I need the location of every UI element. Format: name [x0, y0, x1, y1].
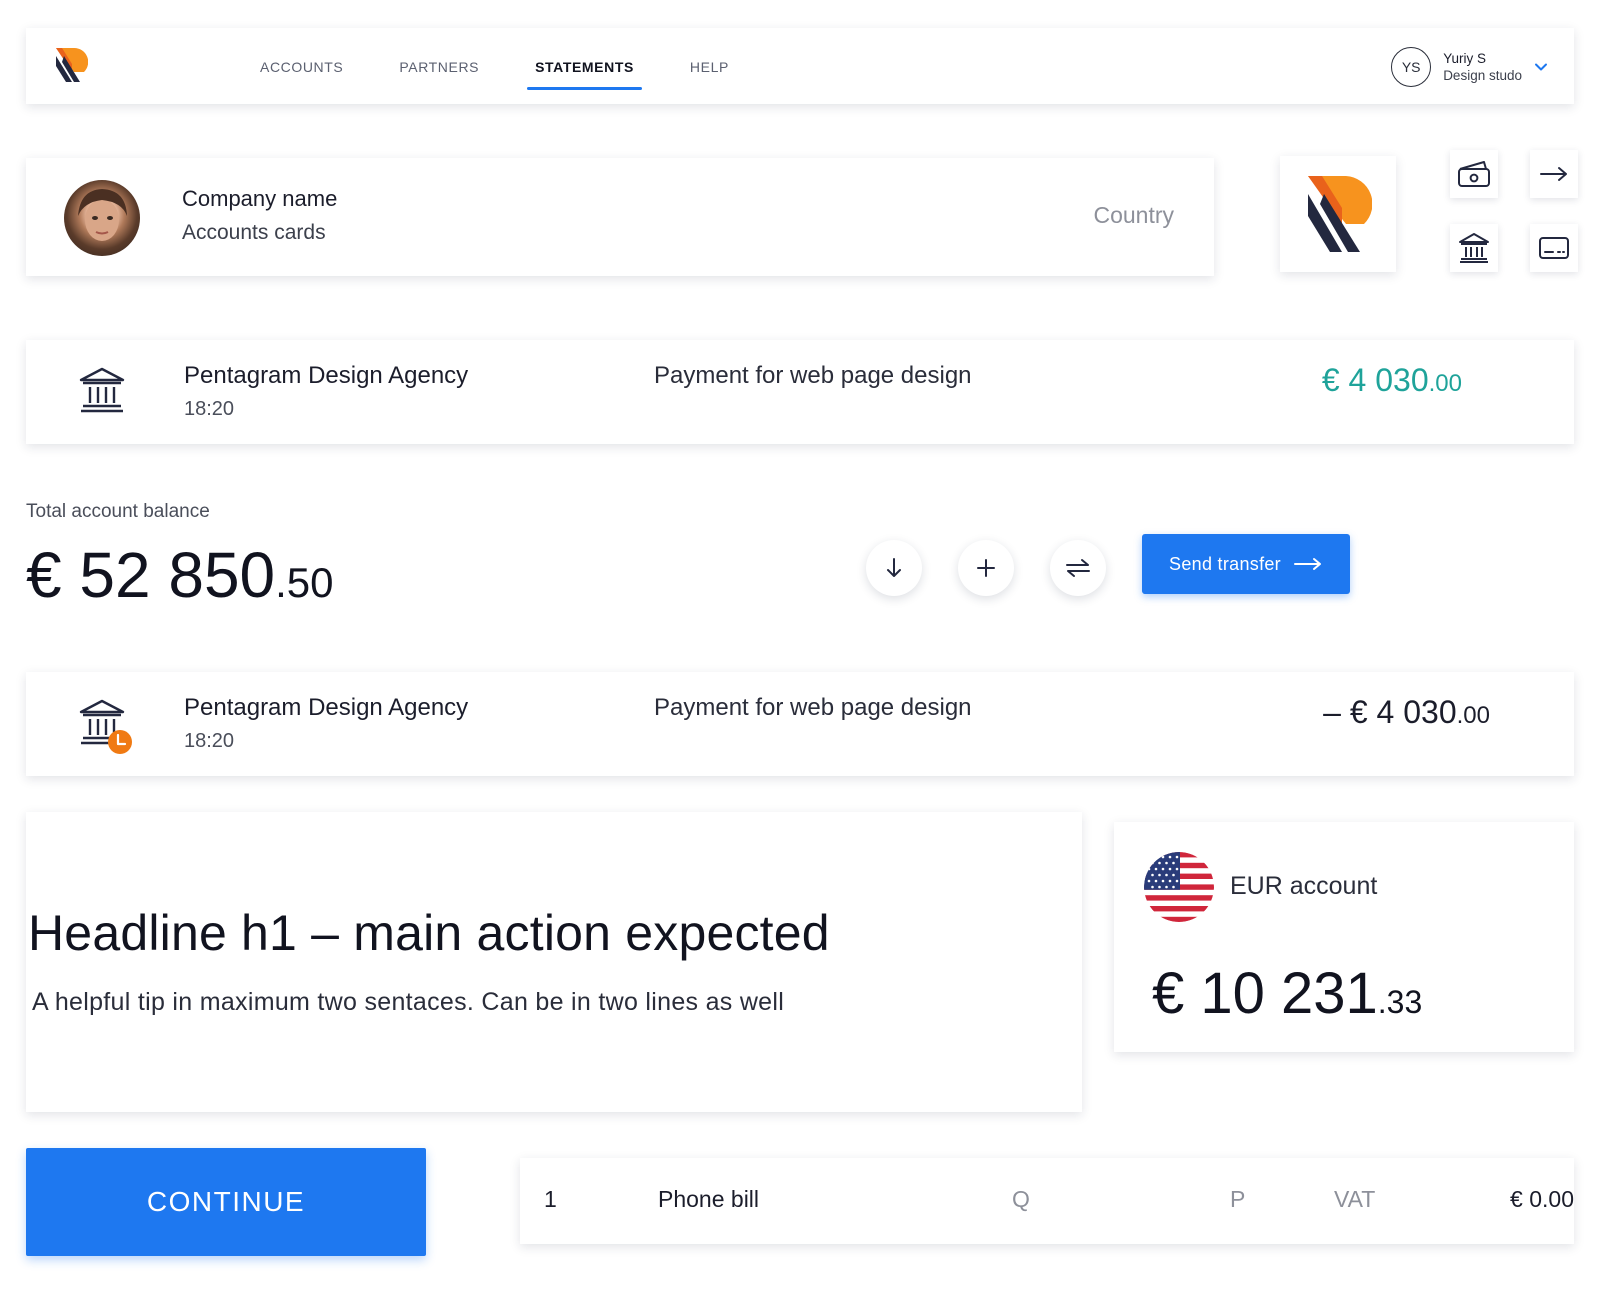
forward-tile[interactable] [1530, 150, 1578, 198]
user-info: Yuriy S Design studo [1443, 50, 1522, 84]
wallet-tile[interactable] [1450, 150, 1498, 198]
transaction-amount: – € 4 030.00 [1323, 694, 1490, 731]
tab-statements[interactable]: STATEMENTS [507, 28, 662, 104]
bill-quantity: Q [1012, 1186, 1030, 1212]
user-menu[interactable]: YS Yuriy S Design studo [1391, 47, 1548, 87]
account-balance-cents: .33 [1377, 984, 1423, 1020]
user-company: Design studo [1443, 68, 1522, 83]
account-balance-main: € 10 231 [1152, 961, 1378, 1026]
transaction-partner: Pentagram Design Agency [184, 694, 469, 721]
amount-cents: .00 [1456, 702, 1490, 729]
balance-amount: € 52 850.50 [26, 538, 334, 612]
bank-tile[interactable] [1450, 224, 1498, 272]
amount-main: – € 4 030 [1323, 694, 1457, 730]
plus-icon [977, 559, 995, 577]
country-label: Country [1093, 202, 1174, 228]
balance-main: € 52 850 [26, 539, 276, 611]
brand-logo-large [1308, 176, 1372, 252]
transaction-row[interactable]: Pentagram Design Agency 18:20 Payment fo… [26, 340, 1574, 444]
company-avatar [64, 180, 140, 256]
nav-tabs: ACCOUNTS PARTNERS STATEMENTS HELP [232, 28, 757, 104]
us-flag-icon [1144, 852, 1214, 922]
company-card[interactable]: Company name Accounts cards Country [26, 158, 1214, 276]
transaction-description: Payment for web page design [654, 362, 972, 389]
arrow-right-icon [1540, 167, 1567, 181]
transaction-partner: Pentagram Design Agency [184, 362, 469, 389]
brand-logo-tile [1280, 156, 1396, 272]
card-tile[interactable] [1530, 224, 1578, 272]
exchange-icon [1066, 559, 1090, 577]
account-label: EUR account [1230, 872, 1378, 900]
bank-icon [1459, 233, 1489, 263]
company-title: Company name [182, 186, 338, 211]
brand-logo[interactable] [54, 46, 88, 84]
transaction-time: 18:20 [184, 730, 235, 752]
company-subtitle: Accounts cards [182, 221, 326, 244]
bill-number: 1 [544, 1186, 557, 1212]
transaction-amount: € 4 030.00 [1322, 362, 1462, 399]
exchange-button[interactable] [1050, 540, 1106, 596]
user-name: Yuriy S [1443, 51, 1486, 66]
balance-cents: .50 [275, 559, 334, 606]
headline-card: Headline h1 – main action expected A hel… [26, 812, 1082, 1112]
headline-tip: A helpful tip in maximum two sentaces. C… [32, 988, 785, 1016]
bill-price: P [1230, 1186, 1246, 1212]
tab-partners[interactable]: PARTNERS [371, 28, 507, 104]
tab-help[interactable]: HELP [662, 28, 757, 104]
add-button[interactable] [958, 540, 1014, 596]
bill-item: Phone bill [658, 1186, 760, 1212]
bill-total: € 0.00 [1510, 1186, 1574, 1212]
card-icon [1539, 237, 1569, 259]
bill-vat: VAT [1334, 1186, 1376, 1212]
chevron-down-icon[interactable] [1534, 60, 1548, 74]
bill-row[interactable]: 1 Phone bill Q P VAT € 0.00 [520, 1158, 1574, 1244]
wallet-icon [1458, 161, 1490, 187]
amount-main: € 4 030 [1321, 362, 1429, 398]
eur-account-card[interactable]: EUR account € 10 231.33 [1114, 822, 1574, 1052]
arrow-right-icon [1293, 558, 1321, 570]
bank-icon [79, 367, 125, 413]
tab-accounts[interactable]: ACCOUNTS [232, 28, 371, 104]
send-transfer-label: Send transfer [1169, 553, 1281, 574]
continue-button[interactable]: CONTINUE [26, 1148, 426, 1256]
bank-pending-icon [79, 699, 132, 754]
arrow-down-icon [887, 558, 901, 577]
amount-cents: .00 [1428, 370, 1462, 397]
transaction-time: 18:20 [184, 398, 235, 420]
receive-button[interactable] [866, 540, 922, 596]
transaction-row[interactable]: Pentagram Design Agency 18:20 Payment fo… [26, 672, 1574, 776]
headline-title: Headline h1 – main action expected [28, 905, 830, 961]
top-navigation: ACCOUNTS PARTNERS STATEMENTS HELP YS Yur… [26, 28, 1574, 104]
balance-label: Total account balance [26, 501, 210, 522]
send-transfer-button[interactable]: Send transfer [1142, 534, 1350, 594]
user-avatar: YS [1391, 47, 1432, 87]
transaction-description: Payment for web page design [654, 694, 972, 721]
account-balance: € 10 231.33 [1152, 960, 1422, 1027]
